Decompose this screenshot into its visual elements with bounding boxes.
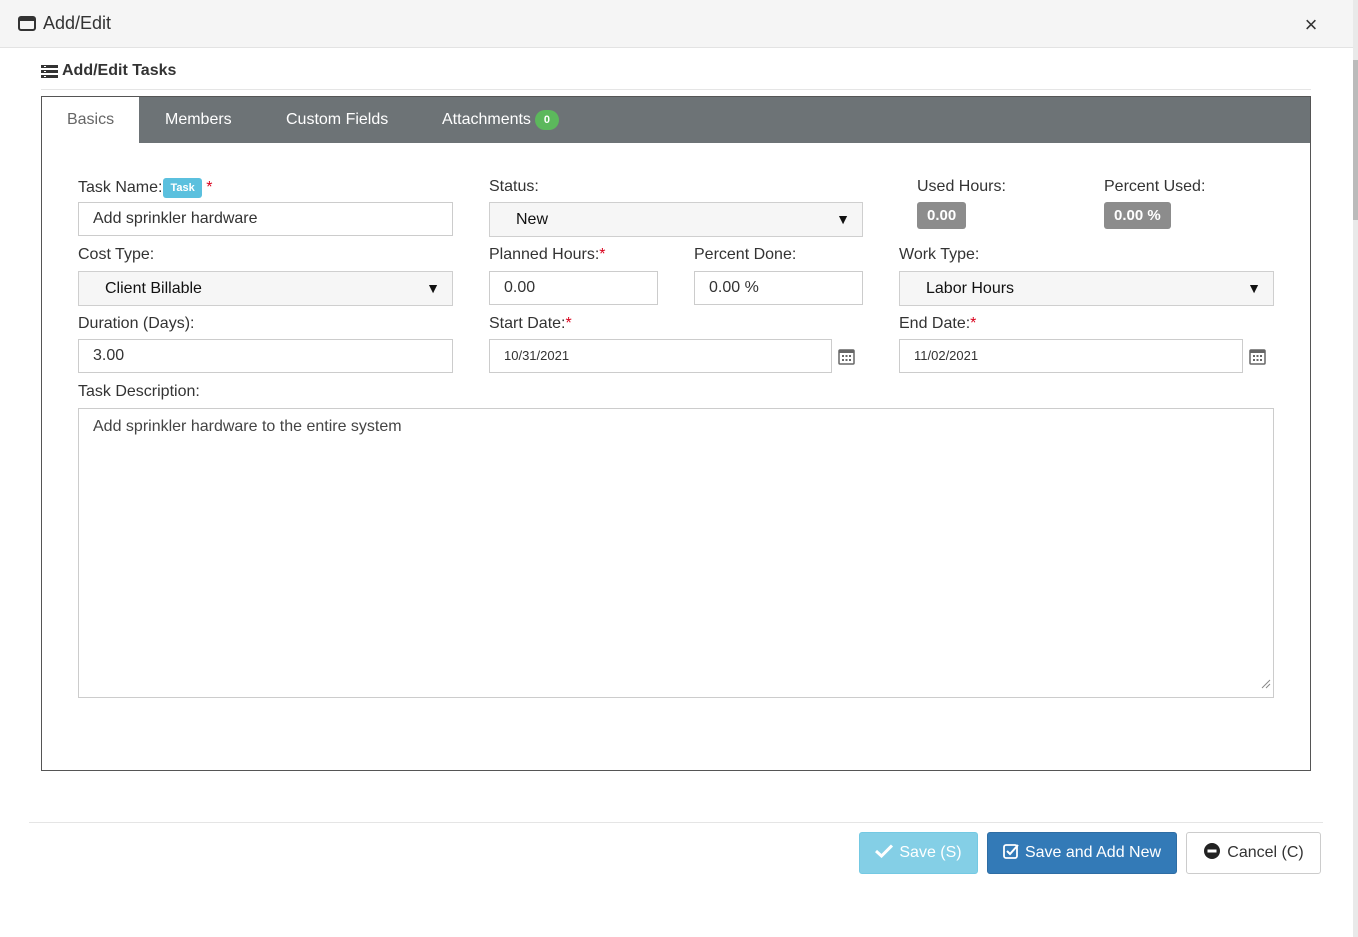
resize-handle-icon[interactable]	[1261, 675, 1271, 695]
planned-hours-label: Planned Hours:*	[489, 246, 606, 264]
tab-attachments[interactable]: Attachments 0	[418, 97, 583, 143]
tab-members[interactable]: Members	[141, 97, 256, 143]
caret-down-icon: ▼	[426, 280, 440, 296]
required-marker: *	[599, 246, 606, 263]
task-name-label-text: Task Name:	[78, 179, 163, 197]
tab-custom-fields[interactable]: Custom Fields	[262, 97, 412, 143]
close-icon[interactable]: ×	[1298, 12, 1324, 38]
cost-type-select[interactable]: Client Billable ▼	[78, 271, 453, 306]
calendar-icon[interactable]	[1249, 348, 1266, 370]
duration-input[interactable]: 3.00	[78, 339, 453, 373]
status-select[interactable]: New ▼	[489, 202, 863, 237]
status-label: Status:	[489, 178, 539, 195]
used-hours-label: Used Hours:	[917, 178, 1006, 195]
divider	[29, 822, 1323, 823]
work-type-select-value: Labor Hours	[926, 280, 1015, 297]
used-hours-value: 0.00	[917, 202, 967, 229]
caret-down-icon: ▼	[836, 211, 850, 227]
end-date-label-text: End Date:	[899, 315, 971, 332]
save-button[interactable]: Save (S)	[859, 832, 978, 874]
work-type-select[interactable]: Labor Hours ▼	[899, 271, 1274, 306]
task-description-textarea[interactable]: Add sprinkler hardware to the entire sys…	[78, 408, 1274, 698]
save-and-add-new-button[interactable]: Save and Add New	[987, 832, 1177, 874]
cancel-button-label: Cancel (C)	[1227, 844, 1304, 861]
start-date-label: Start Date:*	[489, 315, 572, 333]
calendar-icon[interactable]	[838, 348, 855, 370]
start-date-input[interactable]: 10/31/2021	[489, 339, 832, 373]
percent-used-label: Percent Used:	[1104, 178, 1206, 195]
dialog-titlebar: Add/Edit ×	[0, 0, 1353, 48]
percent-used-value: 0.00 %	[1104, 202, 1171, 229]
save-and-add-new-label: Save and Add New	[1024, 844, 1162, 861]
divider	[41, 89, 1311, 90]
planned-hours-input[interactable]: 0.00	[489, 271, 658, 305]
dialog-title: Add/Edit	[43, 13, 112, 33]
check-icon	[875, 844, 899, 861]
task-description-label: Task Description:	[78, 383, 200, 400]
duration-label: Duration (Days):	[78, 315, 195, 332]
task-name-input[interactable]: Add sprinkler hardware	[78, 202, 453, 236]
required-marker: *	[565, 315, 572, 332]
tab-bar: Basics Members Custom Fields Attachments…	[42, 97, 1310, 144]
task-description-text: Add sprinkler hardware to the entire sys…	[93, 418, 402, 435]
task-name-label: Task Name: Task *	[78, 178, 212, 198]
tab-basics[interactable]: Basics	[42, 97, 139, 144]
list-icon	[41, 65, 58, 83]
attachments-count-badge: 0	[534, 109, 559, 130]
caret-down-icon: ▼	[1247, 280, 1261, 296]
task-tag-badge: Task	[163, 178, 202, 198]
end-date-input[interactable]: 11/02/2021	[899, 339, 1243, 373]
percent-done-label: Percent Done:	[694, 246, 797, 263]
minus-circle-icon	[1203, 842, 1227, 861]
work-type-label: Work Type:	[899, 246, 980, 263]
start-date-label-text: Start Date:	[489, 315, 566, 332]
cost-type-select-value: Client Billable	[105, 280, 202, 297]
tab-attachments-label: Attachments	[442, 111, 531, 128]
status-select-value: New	[516, 211, 549, 228]
scrollbar[interactable]	[1353, 0, 1358, 937]
section-title: Add/Edit Tasks	[62, 62, 177, 79]
required-marker: *	[970, 315, 977, 332]
check-square-icon	[1003, 843, 1025, 861]
scrollbar-thumb[interactable]	[1353, 60, 1358, 220]
planned-hours-label-text: Planned Hours:	[489, 246, 600, 263]
cost-type-label: Cost Type:	[78, 246, 155, 263]
required-marker: *	[206, 179, 213, 197]
percent-done-input[interactable]: 0.00 %	[694, 271, 863, 305]
window-icon	[18, 16, 36, 36]
cancel-button[interactable]: Cancel (C)	[1186, 832, 1321, 874]
save-button-label: Save (S)	[899, 844, 962, 861]
end-date-label: End Date:*	[899, 315, 976, 333]
